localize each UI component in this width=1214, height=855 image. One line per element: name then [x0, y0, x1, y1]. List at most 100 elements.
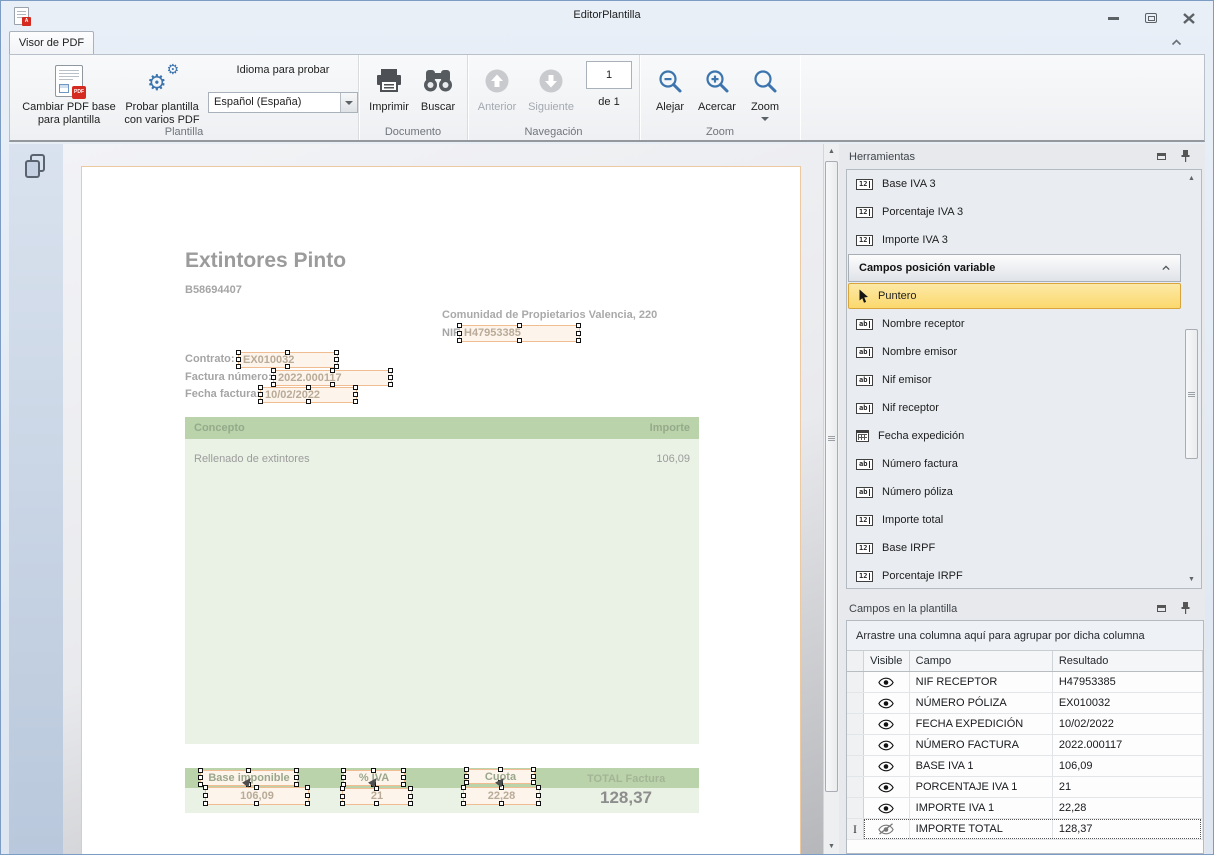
- minimize-button[interactable]: [1102, 11, 1124, 25]
- invoice-number-field-box[interactable]: 2022.000117: [273, 370, 392, 386]
- panel-pin-icon[interactable]: [1177, 148, 1193, 162]
- selection-handle[interactable]: [531, 774, 536, 779]
- selection-handle[interactable]: [294, 775, 299, 780]
- selection-handle[interactable]: [254, 801, 259, 806]
- close-button[interactable]: [1178, 11, 1200, 25]
- table-row[interactable]: I PORCENTAJE IVA 1 21: [847, 777, 1203, 798]
- selection-handle[interactable]: [306, 385, 311, 390]
- tools-scrollbar[interactable]: ▲ ▼: [1183, 171, 1200, 587]
- selection-handle[interactable]: [371, 768, 376, 773]
- section-campos-posicion-variable[interactable]: Campos posición variable: [848, 254, 1181, 282]
- collapse-ribbon-button[interactable]: [1167, 34, 1185, 50]
- selection-handle[interactable]: [536, 801, 541, 806]
- scroll-down-arrow[interactable]: ▼: [824, 839, 839, 854]
- selection-handle[interactable]: [285, 350, 290, 355]
- selection-handle[interactable]: [353, 392, 358, 397]
- tool-item-nif-receptor[interactable]: ab Nif receptor: [847, 394, 1180, 422]
- selection-handle[interactable]: [334, 350, 339, 355]
- change-pdf-base-button[interactable]: PDF Cambiar PDF base para plantilla: [18, 58, 120, 127]
- visibility-cell[interactable]: [864, 756, 910, 776]
- selection-handle[interactable]: [305, 801, 310, 806]
- selection-handle[interactable]: [517, 338, 522, 343]
- tool-item-base-irpf[interactable]: 12 Base IRPF: [847, 534, 1180, 562]
- tool-item-nombre-emisor[interactable]: ab Nombre emisor: [847, 338, 1180, 366]
- selection-handle[interactable]: [305, 793, 310, 798]
- selection-handle[interactable]: [246, 768, 251, 773]
- selection-handle[interactable]: [388, 375, 393, 380]
- selection-handle[interactable]: [340, 786, 345, 791]
- visibility-cell[interactable]: [864, 777, 910, 797]
- table-row[interactable]: I IMPORTE IVA 1 22,28: [847, 798, 1203, 819]
- tool-item-porcentaje-iva-3[interactable]: 12 Porcentaje IVA 3: [847, 198, 1180, 226]
- selection-handle[interactable]: [306, 399, 311, 404]
- tool-item-porcentaje-irpf[interactable]: 12 Porcentaje IRPF: [847, 562, 1180, 590]
- zoom-dropdown-button[interactable]: Zoom: [744, 58, 786, 121]
- selection-handle[interactable]: [576, 338, 581, 343]
- field-name-cell[interactable]: PORCENTAJE IVA 1: [910, 777, 1053, 797]
- nif-field-box[interactable]: H47953385: [459, 325, 580, 342]
- next-page-button[interactable]: Siguiente: [522, 58, 580, 114]
- selection-handle[interactable]: [464, 767, 469, 772]
- selection-handle[interactable]: [464, 774, 469, 779]
- selection-handle[interactable]: [576, 331, 581, 336]
- selection-handle[interactable]: [330, 368, 335, 373]
- field-result-cell[interactable]: 22,28: [1053, 798, 1203, 818]
- field-result-cell[interactable]: 10/02/2022: [1053, 714, 1203, 734]
- selection-handle[interactable]: [294, 768, 299, 773]
- selection-handle[interactable]: [203, 801, 208, 806]
- base-value-field-box[interactable]: 106,09: [205, 787, 309, 805]
- panel-maximize-icon[interactable]: [1153, 149, 1169, 163]
- selection-handle[interactable]: [198, 768, 203, 773]
- selection-handle[interactable]: [408, 794, 413, 799]
- selection-handle[interactable]: [305, 785, 310, 790]
- tab-visor-de-pdf[interactable]: Visor de PDF: [9, 31, 94, 54]
- field-name-cell[interactable]: NÚMERO FACTURA: [910, 735, 1053, 755]
- field-result-cell[interactable]: 106,09: [1053, 756, 1203, 776]
- table-row[interactable]: I NÚMERO PÓLIZA EX010032: [847, 693, 1203, 714]
- selection-handle[interactable]: [531, 767, 536, 772]
- panel-pin-icon[interactable]: [1177, 600, 1193, 614]
- visible-column-header[interactable]: Visible: [864, 651, 910, 671]
- selection-handle[interactable]: [285, 364, 290, 369]
- field-name-cell[interactable]: NÚMERO PÓLIZA: [910, 693, 1053, 713]
- selection-handle[interactable]: [408, 801, 413, 806]
- selection-handle[interactable]: [517, 323, 522, 328]
- selection-handle[interactable]: [334, 364, 339, 369]
- resultado-column-header[interactable]: Resultado: [1053, 651, 1203, 671]
- selection-handle[interactable]: [258, 385, 263, 390]
- selection-handle[interactable]: [258, 399, 263, 404]
- vat-pct-value-field-box[interactable]: 21: [342, 788, 412, 805]
- selection-handle[interactable]: [271, 368, 276, 373]
- field-name-cell[interactable]: IMPORTE TOTAL: [910, 819, 1053, 839]
- selection-handle[interactable]: [203, 793, 208, 798]
- field-result-cell[interactable]: 2022.000117: [1053, 735, 1203, 755]
- search-button[interactable]: Buscar: [415, 58, 461, 114]
- selection-handle[interactable]: [401, 775, 406, 780]
- field-name-cell[interactable]: BASE IVA 1: [910, 756, 1053, 776]
- selection-handle[interactable]: [401, 768, 406, 773]
- group-by-area[interactable]: Arrastre una columna aquí para agrupar p…: [847, 621, 1203, 651]
- language-combobox[interactable]: Español (España): [208, 92, 358, 113]
- selection-handle[interactable]: [457, 331, 462, 336]
- combobox-dropdown-button[interactable]: [340, 93, 357, 112]
- field-name-cell[interactable]: NIF RECEPTOR: [910, 672, 1053, 692]
- selection-handle[interactable]: [271, 375, 276, 380]
- selection-handle[interactable]: [461, 785, 466, 790]
- scrollbar-thumb[interactable]: [1185, 329, 1198, 459]
- selection-handle[interactable]: [340, 801, 345, 806]
- table-row[interactable]: I FECHA EXPEDICIÓN 10/02/2022: [847, 714, 1203, 735]
- tool-item-importe-total[interactable]: 12 Importe total: [847, 506, 1180, 534]
- field-result-cell[interactable]: 21: [1053, 777, 1203, 797]
- field-name-cell[interactable]: IMPORTE IVA 1: [910, 798, 1053, 818]
- tool-item-nif-emisor[interactable]: ab Nif emisor: [847, 366, 1180, 394]
- selection-handle[interactable]: [340, 794, 345, 799]
- tool-item-numero-factura[interactable]: ab Número factura: [847, 450, 1180, 478]
- selection-handle[interactable]: [536, 785, 541, 790]
- scrollbar-thumb[interactable]: [825, 161, 838, 792]
- selection-handle[interactable]: [461, 793, 466, 798]
- selection-handle[interactable]: [203, 785, 208, 790]
- table-row[interactable]: I NIF RECEPTOR H47953385: [847, 672, 1203, 693]
- visibility-cell[interactable]: [864, 693, 910, 713]
- selection-handle[interactable]: [353, 385, 358, 390]
- tool-item-base-iva-3[interactable]: 12 Base IVA 3: [847, 170, 1180, 198]
